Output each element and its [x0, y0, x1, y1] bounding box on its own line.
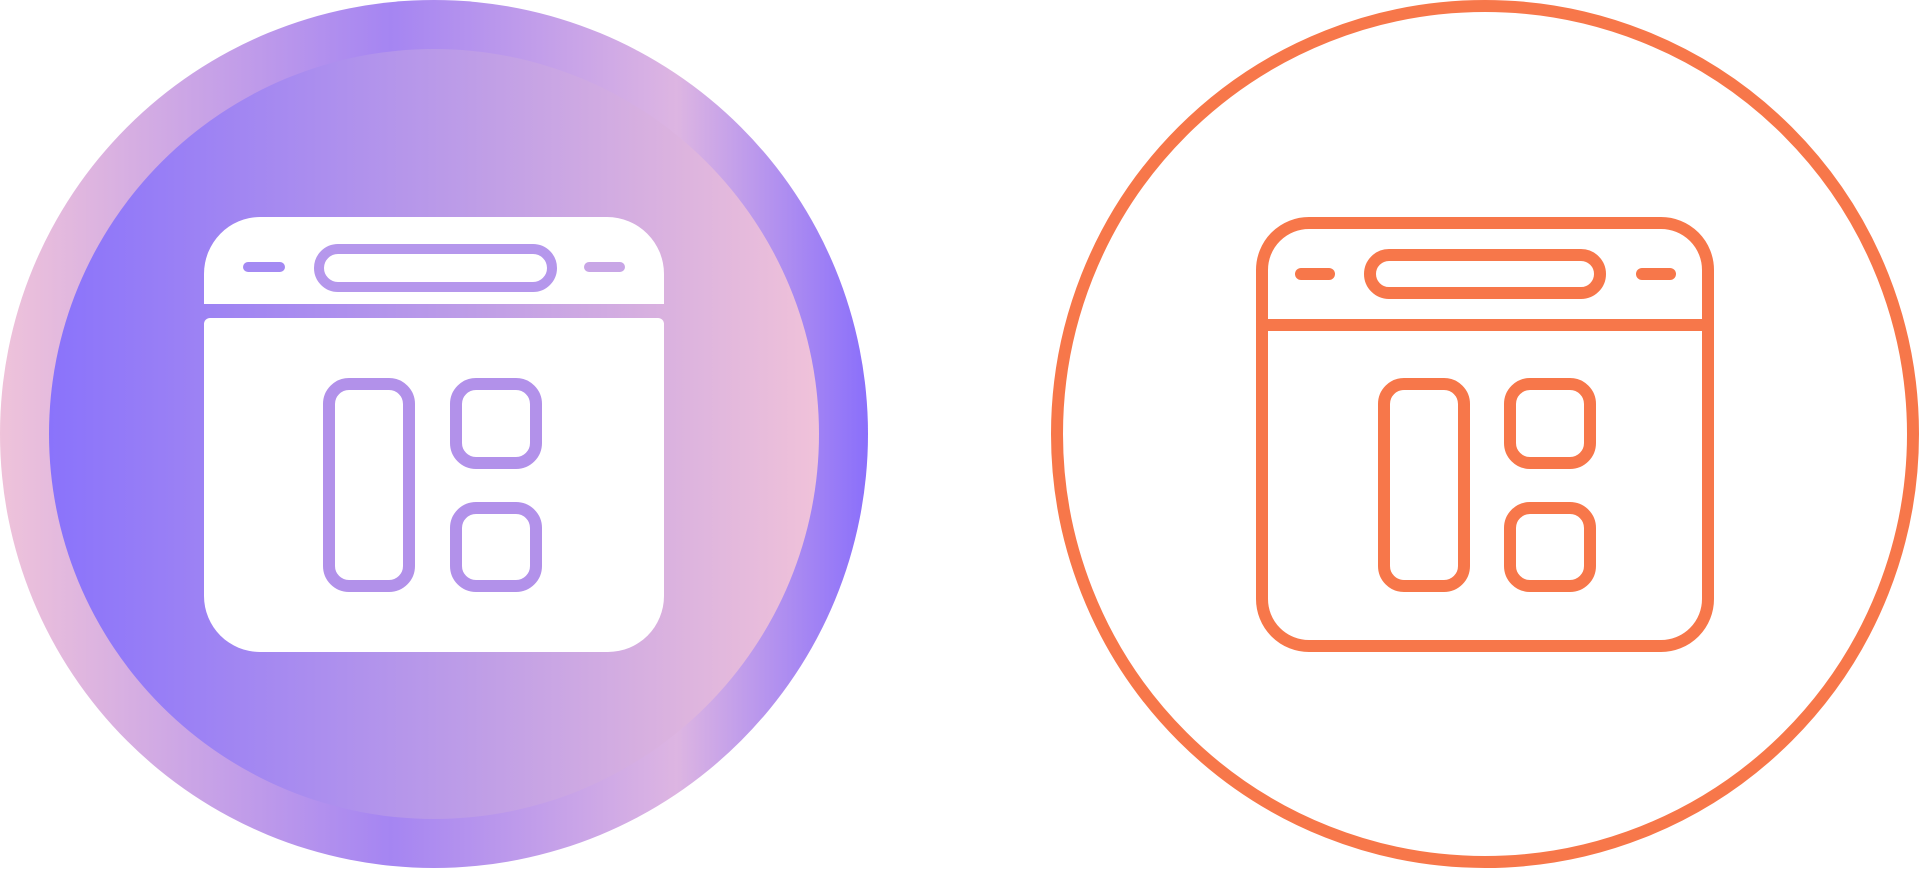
outline-circle	[1051, 0, 1919, 868]
window-body	[204, 318, 664, 652]
gradient-browser-dashboard-icon	[0, 0, 868, 868]
outline-browser-dashboard-icon	[1051, 0, 1919, 868]
icon-set	[0, 0, 1920, 869]
icon-canvas	[0, 0, 1919, 868]
browser-window-glyph	[204, 217, 664, 652]
